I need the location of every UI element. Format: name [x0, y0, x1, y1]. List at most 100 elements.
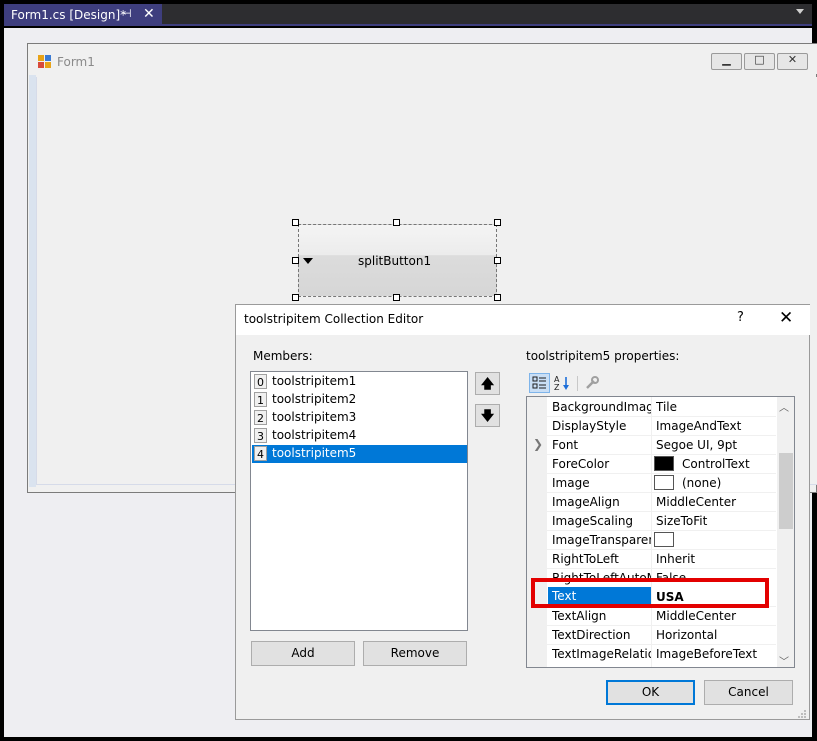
property-name: BackgroundImageLayout — [552, 400, 651, 414]
scroll-down-icon[interactable]: ﹀ — [779, 653, 789, 668]
svg-text:Z: Z — [554, 383, 560, 392]
property-row[interactable]: TextDirection Horizontal — [527, 625, 777, 644]
property-value[interactable]: Horizontal — [656, 628, 776, 642]
property-value[interactable]: Segoe UI, 9pt — [656, 438, 776, 452]
close-tab-icon[interactable]: ✕ — [143, 6, 155, 22]
member-index: 1 — [254, 392, 267, 407]
property-name: Font — [552, 438, 579, 452]
property-row[interactable]: RightToLeft Inherit — [527, 549, 777, 568]
property-name: TextImageRelation — [552, 647, 651, 661]
property-value[interactable]: MiddleCenter — [656, 495, 776, 509]
resize-handle-bottom-right[interactable] — [494, 294, 501, 301]
text-property-highlight-box — [531, 578, 769, 608]
properties-label: toolstripitem5 properties: — [526, 349, 680, 363]
member-item[interactable]: 2 toolstripitem3 — [252, 409, 467, 427]
resize-handle-left[interactable] — [292, 257, 299, 264]
property-value[interactable]: ImageBeforeText — [656, 647, 776, 661]
property-name: TextDirection — [552, 628, 631, 642]
move-up-button[interactable]: 🡅 — [475, 372, 500, 395]
property-row[interactable]: DisplayStyle ImageAndText — [527, 416, 777, 435]
dialog-close-button[interactable]: ✕ — [779, 308, 793, 328]
property-name: TextAlign — [552, 609, 607, 623]
member-item[interactable]: 0 toolstripitem1 — [252, 373, 467, 391]
remove-button[interactable]: Remove — [363, 641, 467, 666]
property-row[interactable]: TextImageRelation ImageBeforeText — [527, 644, 777, 663]
property-name: ImageAlign — [552, 495, 620, 509]
resize-handle-top-left[interactable] — [292, 219, 299, 226]
pin-icon[interactable]: ⊣ — [122, 7, 132, 20]
property-row[interactable]: ForeColor ControlText — [527, 454, 777, 473]
property-row[interactable]: Image (none) — [527, 473, 777, 492]
property-name: RightToLeft — [552, 552, 619, 566]
members-label: Members: — [253, 349, 313, 363]
ok-button[interactable]: OK — [606, 680, 695, 705]
image-swatch — [654, 475, 674, 490]
property-pages-wrench-icon[interactable] — [583, 374, 601, 392]
property-row[interactable]: ImageAlign MiddleCenter — [527, 492, 777, 511]
property-name: Image — [552, 476, 590, 490]
close-icon: ✕ — [787, 53, 798, 66]
split-button-label: splitButton1 — [358, 254, 432, 268]
cancel-button[interactable]: Cancel — [704, 680, 793, 705]
member-name: toolstripitem5 — [272, 446, 357, 460]
form-title-bar[interactable] — [28, 44, 817, 74]
move-down-button[interactable]: 🡇 — [475, 404, 500, 427]
resize-handle-right[interactable] — [494, 257, 501, 264]
property-row[interactable]: ❯ Font Segoe UI, 9pt — [527, 435, 777, 454]
property-grid-scrollbar[interactable] — [777, 397, 794, 667]
arrow-up-icon: 🡅 — [480, 377, 495, 392]
member-item-selected[interactable]: 4 toolstripitem5 — [252, 445, 467, 463]
add-button[interactable]: Add — [251, 641, 355, 666]
member-index: 2 — [254, 410, 267, 425]
scroll-up-icon[interactable]: ︿ — [779, 399, 789, 414]
property-row[interactable]: TextAlign MiddleCenter — [527, 606, 777, 625]
property-value[interactable]: Inherit — [656, 552, 776, 566]
member-index: 0 — [254, 374, 267, 389]
document-tab-form1-design[interactable]: Form1.cs [Design]* ⊣ ✕ — [4, 4, 162, 26]
form-icon — [38, 55, 51, 68]
color-swatch — [654, 456, 674, 471]
property-row[interactable]: ImageScaling SizeToFit — [527, 511, 777, 530]
member-item[interactable]: 3 toolstripitem4 — [252, 427, 467, 445]
minimize-icon: ▁ — [722, 53, 731, 66]
property-value[interactable]: SizeToFit — [656, 514, 776, 528]
document-tab-title: Form1.cs [Design]* — [11, 8, 127, 22]
property-value[interactable]: ImageAndText — [656, 419, 776, 433]
member-index: 3 — [254, 428, 267, 443]
property-value[interactable]: MiddleCenter — [656, 609, 776, 623]
toolbar-separator — [577, 376, 578, 391]
form-minimize-button[interactable]: ▁ — [711, 53, 742, 70]
property-name: ImageScaling — [552, 514, 634, 528]
member-name: toolstripitem2 — [272, 392, 357, 406]
arrow-down-icon: 🡇 — [480, 409, 495, 424]
form-close-button[interactable]: ✕ — [777, 53, 808, 70]
resize-handle-bottom[interactable] — [393, 294, 400, 301]
property-name: ForeColor — [552, 457, 610, 471]
expand-chevron-icon[interactable]: ❯ — [533, 437, 543, 451]
resize-handle-top[interactable] — [393, 219, 400, 226]
member-name: toolstripitem4 — [272, 428, 357, 442]
resize-grip-icon[interactable] — [797, 708, 807, 718]
member-name: toolstripitem1 — [272, 374, 357, 388]
form-title: Form1 — [57, 55, 95, 69]
resize-handle-bottom-left[interactable] — [292, 294, 299, 301]
property-value[interactable]: Tile — [656, 400, 776, 414]
property-name: DisplayStyle — [552, 419, 627, 433]
members-list[interactable]: 0 toolstripitem1 1 toolstripitem2 2 tool… — [250, 371, 468, 631]
property-row[interactable]: ImageTransparentColor — [527, 530, 777, 549]
maximize-icon: □ — [754, 53, 765, 66]
property-row[interactable]: BackgroundImageLayout Tile — [527, 397, 777, 416]
categorized-view-icon[interactable] — [529, 373, 550, 393]
dropdown-arrow-icon[interactable] — [303, 258, 313, 264]
resize-handle-top-right[interactable] — [494, 219, 501, 226]
member-item[interactable]: 1 toolstripitem2 — [252, 391, 467, 409]
help-button[interactable]: ? — [737, 310, 744, 325]
form-frame-edge — [29, 75, 36, 487]
alphabetical-sort-icon[interactable]: A Z — [553, 374, 571, 392]
tab-overflow-dropdown-icon[interactable] — [796, 9, 804, 14]
member-index: 4 — [254, 446, 267, 461]
color-swatch — [654, 532, 674, 547]
property-name: ImageTransparentColor — [552, 533, 651, 547]
scrollbar-thumb[interactable] — [779, 453, 793, 529]
form-maximize-button[interactable]: □ — [744, 53, 775, 70]
